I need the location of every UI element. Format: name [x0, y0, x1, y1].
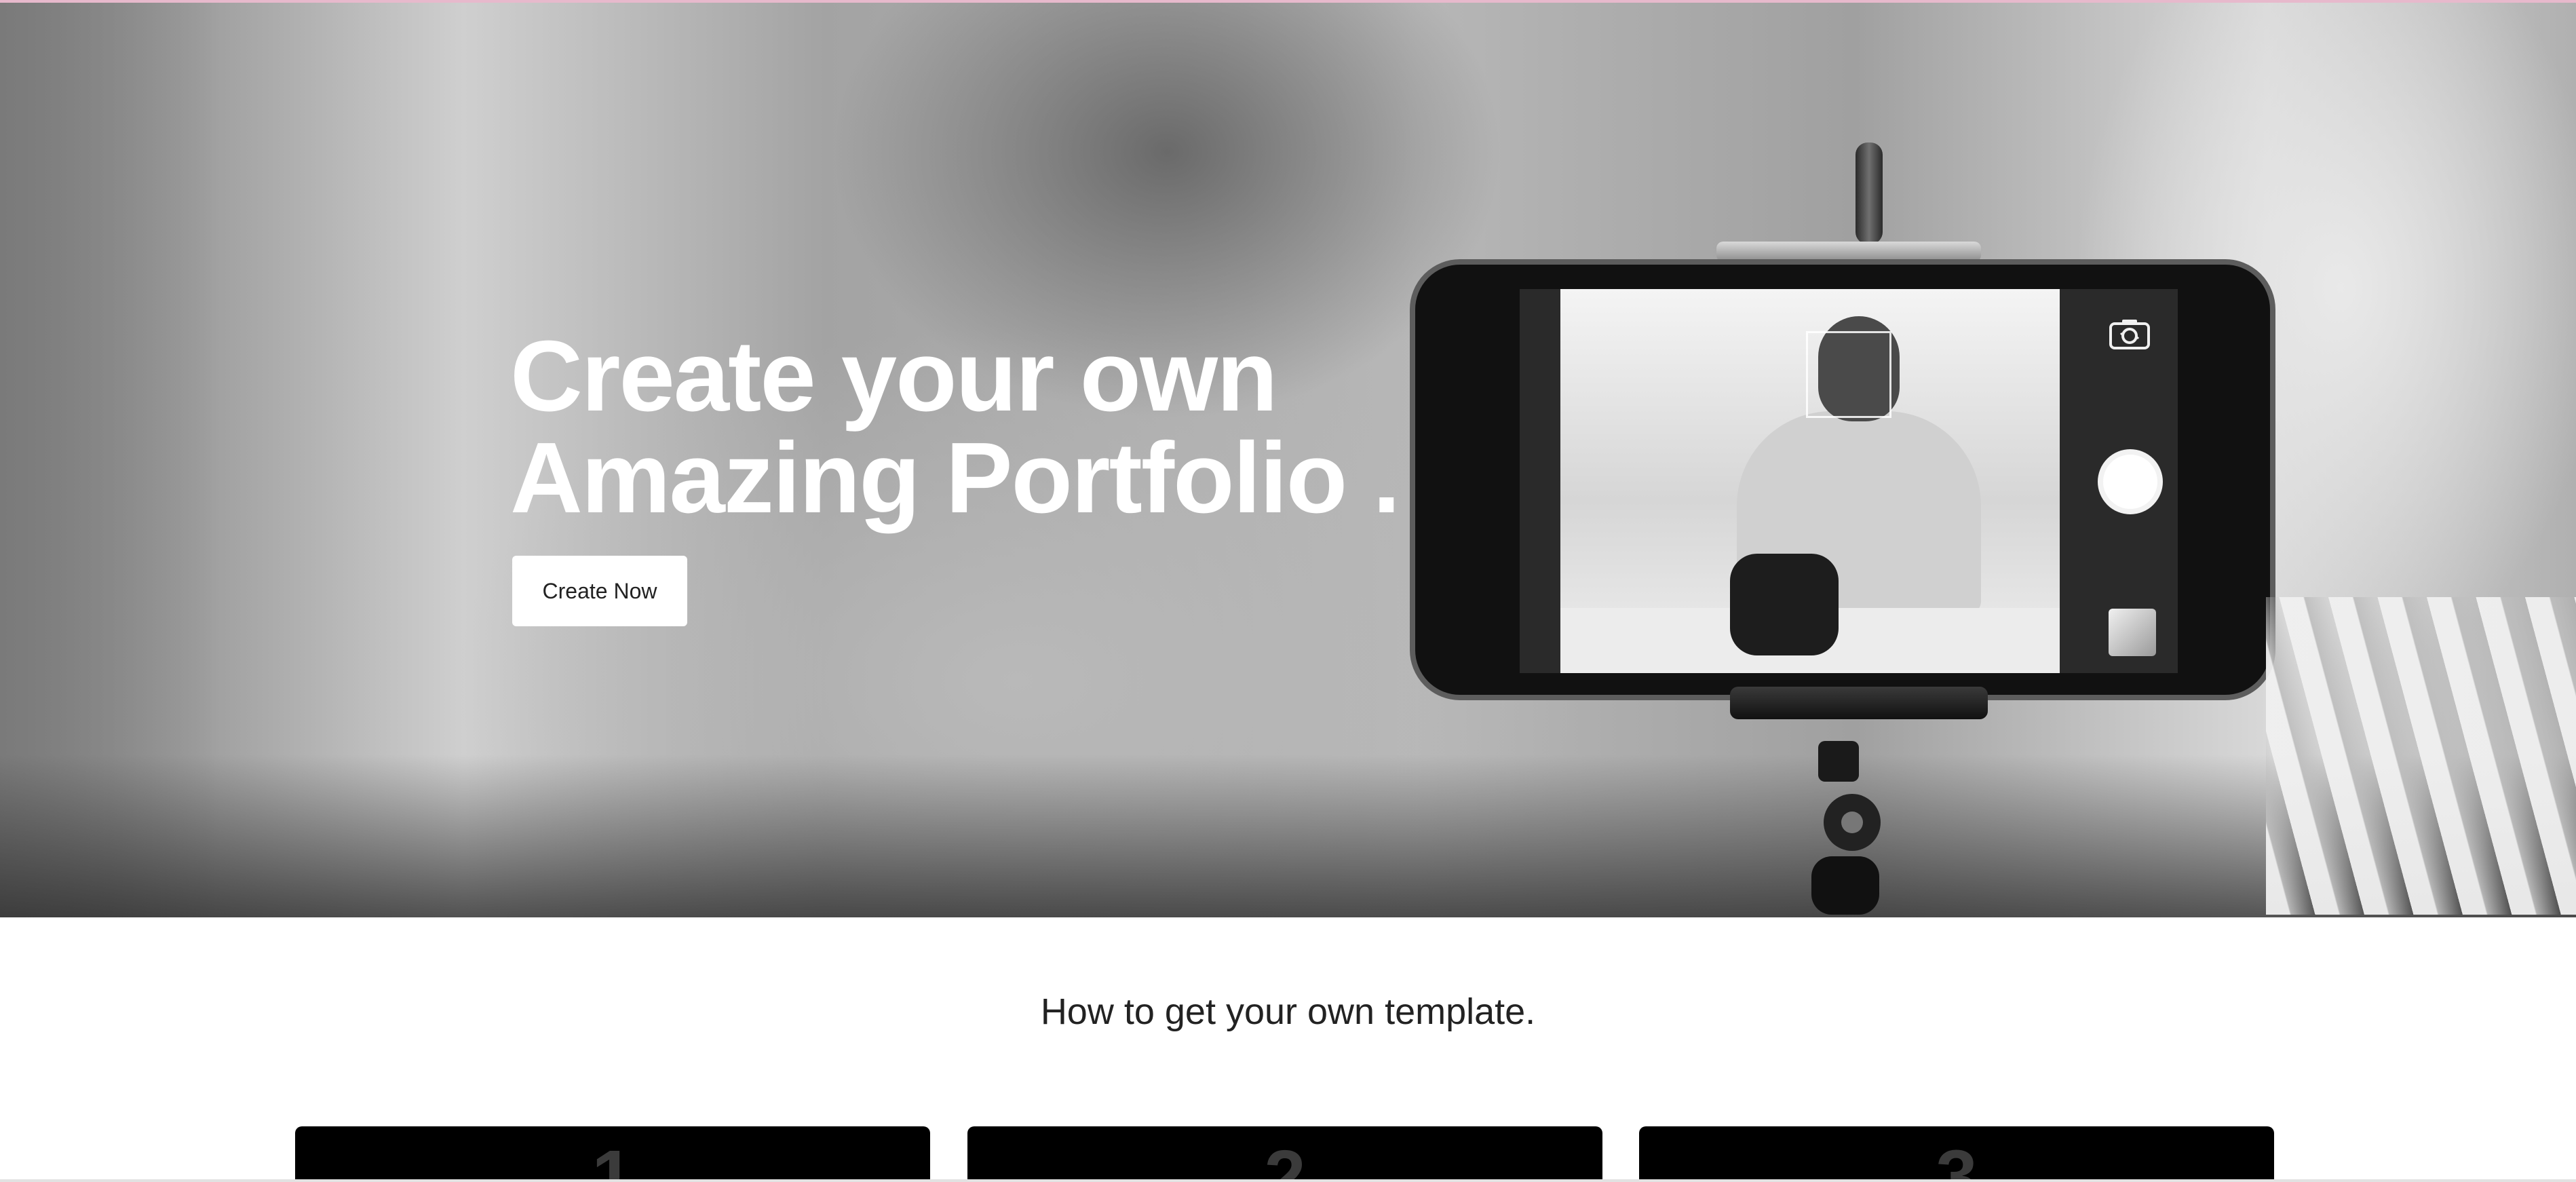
- flip-camera-icon: [2109, 320, 2150, 349]
- step-card-2[interactable]: 2: [967, 1126, 1602, 1182]
- tripod-knob: [1856, 142, 1883, 244]
- shutter-button: [2098, 449, 2163, 514]
- gallery-thumbnail: [2109, 609, 2156, 656]
- step-card-1[interactable]: 1: [295, 1126, 930, 1182]
- pencil-cup-image: [2266, 597, 2576, 915]
- viewport-bottom-edge: [0, 1179, 2576, 1182]
- tripod-head-image: [1811, 741, 1881, 915]
- step-number: 2: [1264, 1135, 1306, 1182]
- hero-background-desk: [0, 755, 2576, 917]
- step-card-3[interactable]: 3: [1639, 1126, 2274, 1182]
- headline-line-1: Create your own: [510, 320, 1278, 432]
- preview-camera-object: [1730, 554, 1839, 655]
- hero-headline: Create your own Amazing Portfolio .: [510, 320, 1400, 534]
- step-number: 1: [592, 1135, 634, 1182]
- steps-section-heading: How to get your own template.: [1040, 991, 1536, 1032]
- headline-line-2: Amazing Portfolio .: [510, 422, 1400, 534]
- step-number: 3: [1936, 1135, 1978, 1182]
- face-detection-box: [1806, 331, 1891, 418]
- camera-preview-image: [1560, 289, 2060, 673]
- create-now-button[interactable]: Create Now: [512, 556, 687, 626]
